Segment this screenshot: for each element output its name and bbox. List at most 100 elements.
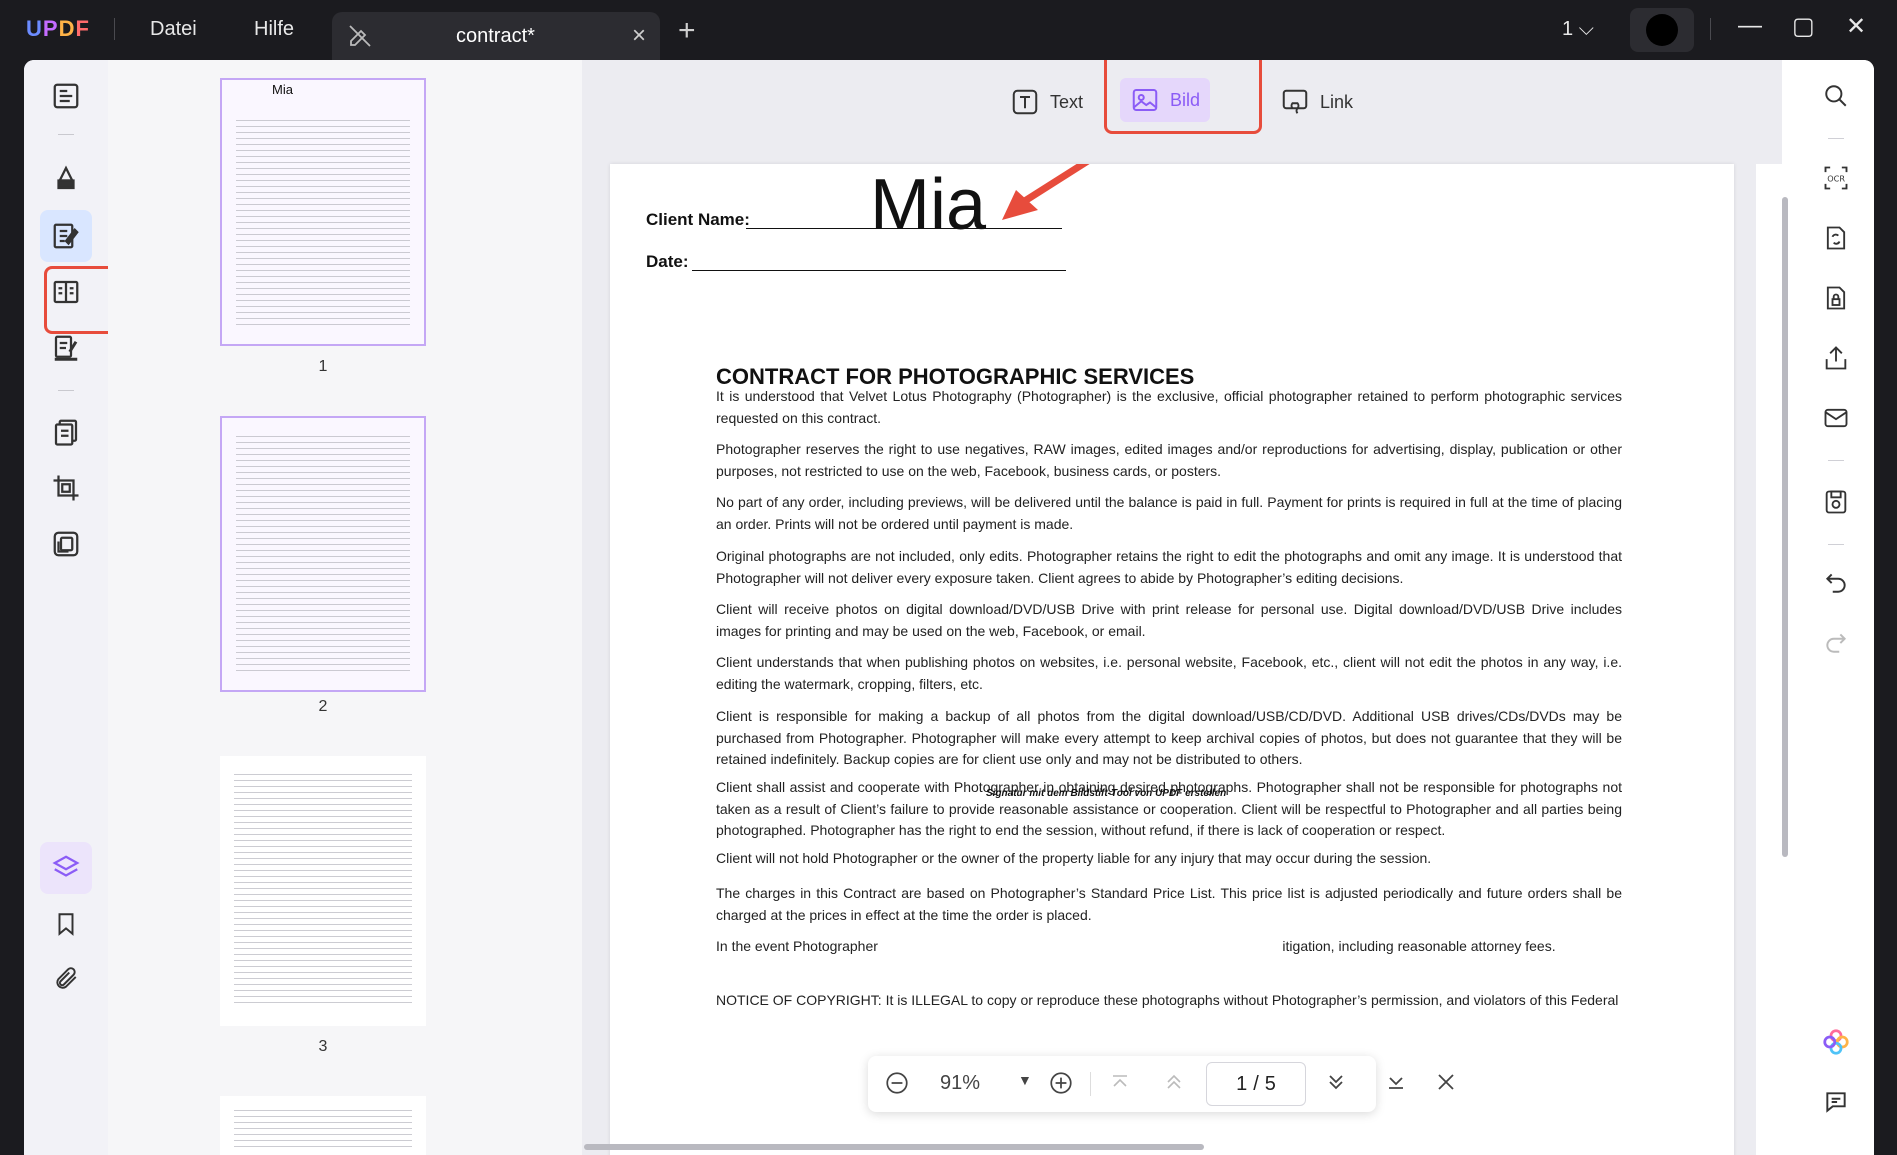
title-separator-2 (1710, 18, 1711, 40)
close-tab-icon[interactable]: × (632, 22, 646, 50)
copy-pages-icon (53, 531, 79, 557)
search-icon (1825, 85, 1847, 107)
signature-image[interactable]: Mia (870, 164, 986, 246)
layers-button[interactable] (40, 842, 92, 894)
menu-hilfe[interactable]: Hilfe (254, 18, 294, 41)
highlighter-icon (57, 165, 75, 190)
add-text-tool[interactable]: Text (1000, 80, 1093, 124)
crop-button[interactable] (40, 462, 92, 514)
thumbnail-panel: Mia 1 2 3 (108, 60, 582, 1155)
zoom-dropdown-icon[interactable]: ▼ (1018, 1072, 1032, 1088)
redo-button[interactable] (1814, 620, 1858, 664)
highlight-image-tool (1104, 60, 1262, 134)
next-page-icon[interactable] (1324, 1070, 1348, 1100)
page-count-dropdown[interactable]: 1 ⌵ (1562, 18, 1594, 41)
close-window-icon[interactable]: ✕ (1846, 12, 1866, 41)
text-tool-label: Text (1050, 91, 1084, 112)
organize-pages-button[interactable] (40, 406, 92, 458)
page-number-input[interactable]: 1 / 5 (1206, 1062, 1306, 1106)
toolbar-divider (58, 134, 74, 135)
svg-text:OCR: OCR (1827, 174, 1845, 184)
comment-icon (1826, 1092, 1846, 1113)
vertical-scrollbar[interactable] (1782, 197, 1788, 857)
ai-flower-icon (1823, 1029, 1849, 1055)
protect-button[interactable] (1814, 276, 1858, 320)
paragraph: It is understood that Velvet Lotus Photo… (716, 388, 1622, 426)
current-page: 1 (1236, 1072, 1248, 1095)
email-button[interactable] (1814, 396, 1858, 440)
menu-datei[interactable]: Datei (150, 18, 197, 41)
save-button[interactable] (1814, 480, 1858, 524)
thumbnail-number: 1 (318, 358, 328, 375)
client-name-line (746, 228, 1062, 229)
save-icon (1825, 490, 1847, 514)
ocr-button[interactable]: OCR (1814, 156, 1858, 200)
left-toolbar (24, 60, 108, 1155)
document-viewer: Text Bild Link Mia Client Name: Date: CO… (582, 60, 1782, 1155)
client-name-label: Client Name: (646, 210, 750, 229)
paragraph: Client understands that when publishing … (716, 654, 1622, 692)
title-bar: UPDF Datei Hilfe contract* × + 1 ⌵ — ▢ ✕ (0, 0, 1897, 60)
reader-mode-button[interactable] (40, 70, 92, 122)
bookmark-icon (58, 913, 74, 936)
toolbar-divider (58, 390, 74, 391)
user-avatar-button[interactable] (1630, 8, 1694, 52)
crop-icon (53, 475, 79, 501)
undo-button[interactable] (1814, 560, 1858, 604)
total-pages: 5 (1264, 1072, 1276, 1095)
zoom-out-icon[interactable] (884, 1070, 910, 1102)
close-navigation-button[interactable] (1434, 1070, 1458, 1099)
link-tool-icon (1282, 89, 1308, 114)
ai-assistant-button[interactable] (1814, 1020, 1858, 1064)
paragraph: In the event Photographer itigation, inc… (716, 938, 1556, 954)
convert-button[interactable] (1814, 216, 1858, 260)
thumbnail-page-3[interactable] (220, 756, 426, 1026)
paragraph: NOTICE OF COPYRIGHT: It is ILLEGAL to co… (716, 992, 1619, 1008)
avatar (1646, 14, 1678, 46)
reader-icon (53, 83, 79, 109)
close-icon (1438, 1074, 1454, 1090)
edit-pdf-button[interactable] (40, 210, 92, 262)
mail-icon (1824, 408, 1848, 428)
minimize-icon[interactable]: — (1738, 12, 1762, 40)
lock-file-icon (1826, 286, 1846, 310)
new-tab-button[interactable]: + (678, 14, 696, 48)
zoom-in-icon[interactable] (1048, 1070, 1074, 1102)
maximize-icon[interactable]: ▢ (1792, 12, 1815, 41)
toolbar-divider (1828, 138, 1844, 139)
thumbnail-page-2[interactable] (220, 416, 426, 692)
document-tab[interactable]: contract* × (332, 12, 660, 60)
share-icon (1825, 346, 1847, 370)
arrow-icon (1002, 164, 1090, 220)
edit-text-icon (53, 223, 79, 249)
tools-button[interactable] (40, 518, 92, 570)
paragraph: Client will receive photos on digital do… (716, 601, 1622, 639)
date-line (692, 270, 1066, 271)
paragraph: Photographer reserves the right to use n… (716, 441, 1622, 479)
thumbnail-page-1[interactable]: Mia (220, 78, 426, 346)
bookmark-button[interactable] (40, 898, 92, 950)
paragraph: Client is responsible for making a backu… (716, 708, 1622, 767)
link-tool-label: Link (1320, 91, 1354, 112)
chevron-down-icon: ⌵ (1578, 18, 1594, 40)
pages-icon (54, 419, 78, 446)
comments-panel-button[interactable] (1814, 1080, 1858, 1124)
horizontal-scrollbar[interactable] (584, 1144, 1204, 1150)
undo-icon (1825, 573, 1846, 593)
attachment-button[interactable] (40, 952, 92, 1004)
signature-hint-text: Signatur mit dem Bildstift-Tool von UPDF… (986, 788, 1227, 799)
next-page-edge (1756, 164, 1782, 1155)
last-page-button[interactable] (1384, 1070, 1408, 1099)
comment-mode-button[interactable] (40, 152, 92, 204)
edit-off-icon (348, 24, 372, 53)
pdf-page: Mia Client Name: Date: CONTRACT FOR PHOT… (610, 164, 1734, 1155)
first-page-icon[interactable] (1108, 1070, 1132, 1100)
add-link-tool[interactable]: Link (1270, 80, 1363, 124)
search-button[interactable] (1814, 74, 1858, 118)
page-separator: / (1253, 1072, 1259, 1095)
thumbnail-page-4[interactable] (220, 1096, 426, 1155)
previous-page-icon[interactable] (1162, 1070, 1186, 1100)
zoom-level[interactable]: 91% (940, 1072, 980, 1095)
thumbnail-number: 2 (318, 698, 328, 715)
share-button[interactable] (1814, 336, 1858, 380)
